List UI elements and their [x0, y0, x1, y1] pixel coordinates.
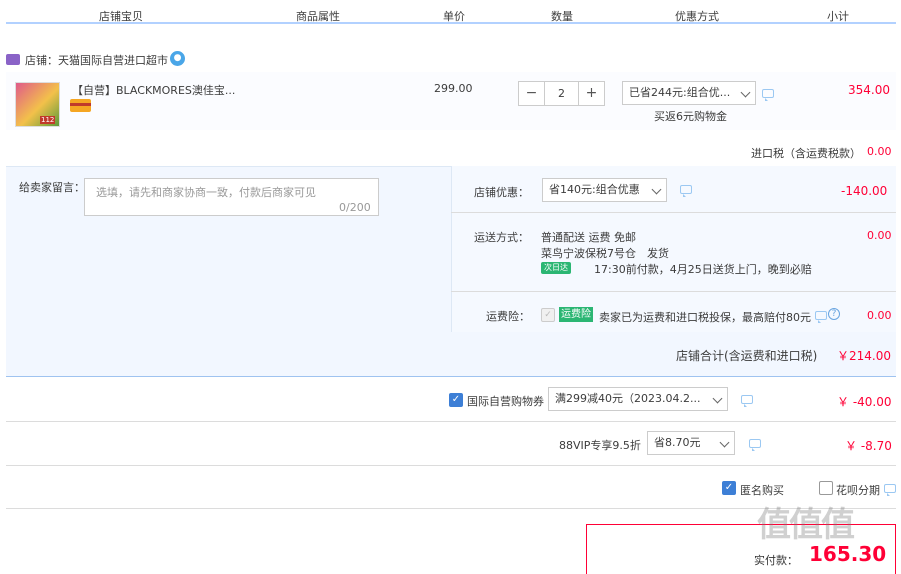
- anonymous-checkbox[interactable]: ✓: [722, 481, 736, 495]
- message-counter: 0/200: [339, 201, 371, 214]
- tmall-shop-icon: [6, 54, 20, 65]
- chevron-down-icon: [719, 437, 730, 448]
- chat-bubble-icon[interactable]: [680, 185, 692, 197]
- chat-bubble-icon[interactable]: [762, 89, 774, 101]
- quantity-input[interactable]: 2: [544, 81, 579, 106]
- vip-select-value: 省8.70元: [654, 436, 701, 449]
- item-discount-select[interactable]: 已省244元:组合优...: [622, 81, 756, 105]
- chat-bubble-icon[interactable]: [884, 484, 896, 496]
- pay-label: 实付款：: [754, 554, 798, 567]
- shipping-eta: 17:30前付款，4月25日送货上门，晚到必赔: [594, 263, 812, 276]
- product-thumbnail[interactable]: 112: [15, 82, 60, 127]
- watermark-logo: 值值值: [757, 505, 855, 545]
- coupon-label: 国际自营购物券: [467, 395, 544, 408]
- huabei-label: 花呗分期: [836, 484, 880, 497]
- shipping-label: 运送方式：: [474, 231, 529, 244]
- import-tax-value: 0.00: [867, 145, 892, 158]
- item-subtotal: 354.00: [848, 83, 890, 97]
- insurance-label: 运费险：: [486, 310, 530, 323]
- anonymous-label: 匿名购买: [740, 484, 784, 497]
- import-tax-label: 进口税（含运费税款）: [751, 147, 861, 160]
- insurance-checkbox[interactable]: ✓: [541, 308, 555, 322]
- quantity-minus-button[interactable]: −: [518, 81, 545, 106]
- divider: [6, 465, 896, 466]
- insurance-text: 卖家已为运费和进口税投保，最高赔付80元: [599, 311, 811, 324]
- shop-total-label: 店铺合计(含运费和进口税): [676, 349, 818, 363]
- shop-discount-select[interactable]: 省140元:组合优惠: [542, 178, 667, 202]
- discount-note: 买返6元购物金: [654, 110, 727, 123]
- chevron-down-icon: [740, 87, 751, 98]
- shop-discount-amount: -140.00: [841, 184, 888, 198]
- vip-amount: ￥ -8.70: [845, 439, 892, 453]
- shop-discount-value-text: 省140元:组合优惠: [549, 183, 640, 196]
- insurance-badge: 运费险: [559, 307, 593, 322]
- chevron-down-icon: [651, 184, 662, 195]
- header-divider: [6, 22, 896, 24]
- vip-select[interactable]: 省8.70元: [647, 431, 735, 455]
- coupon-select[interactable]: 满299减40元（2023.04.2...: [548, 387, 728, 411]
- coupon-checkbox[interactable]: ✓: [449, 393, 463, 407]
- chevron-down-icon: [712, 393, 723, 404]
- item-row: [6, 72, 896, 130]
- chat-bubble-icon[interactable]: [749, 439, 761, 451]
- divider: [6, 421, 896, 422]
- help-question-icon[interactable]: ?: [828, 308, 840, 320]
- vip-label: 88VIP专享9.5折: [559, 439, 641, 452]
- shop-discount-label: 店铺优惠：: [474, 186, 529, 199]
- shop-name[interactable]: 店铺：天猫国际自营进口超市: [25, 52, 168, 68]
- product-title[interactable]: 【自营】BLACKMORES澳佳宝...: [72, 82, 235, 98]
- chat-bubble-icon[interactable]: [741, 395, 753, 407]
- huabei-checkbox[interactable]: [819, 481, 833, 495]
- next-day-badge: 次日达: [541, 262, 571, 274]
- chat-bubble-icon[interactable]: [815, 311, 827, 323]
- card-pay-icon: [70, 99, 91, 112]
- wangwang-chat-icon[interactable]: ●: [170, 51, 185, 66]
- item-discount-value: 已省244元:组合优...: [629, 86, 731, 99]
- message-placeholder: 选填，请先和商家协商一致，付款后商家可见: [96, 186, 316, 199]
- divider: [451, 212, 896, 213]
- coupon-select-value: 满299减40元（2023.04.2...: [555, 392, 701, 405]
- thumb-badge: 112: [40, 116, 56, 124]
- shipping-warehouse: 菜鸟宁波保税7号仓 发货: [541, 247, 669, 260]
- divider: [451, 291, 896, 292]
- shop-total-value: ￥214.00: [837, 349, 891, 363]
- unit-price: 299.00: [434, 82, 473, 95]
- insurance-value: 0.00: [867, 309, 892, 322]
- shipping-line1: 普通配送 运费 免邮: [541, 231, 636, 244]
- shipping-fee: 0.00: [867, 229, 892, 242]
- coupon-amount: ￥ -40.00: [837, 395, 892, 409]
- message-textarea[interactable]: 选填，请先和商家协商一致，付款后商家可见 0/200: [84, 178, 379, 216]
- shop-total-divider: [6, 376, 896, 377]
- quantity-plus-button[interactable]: +: [578, 81, 605, 106]
- message-label: 给卖家留言：: [19, 181, 85, 194]
